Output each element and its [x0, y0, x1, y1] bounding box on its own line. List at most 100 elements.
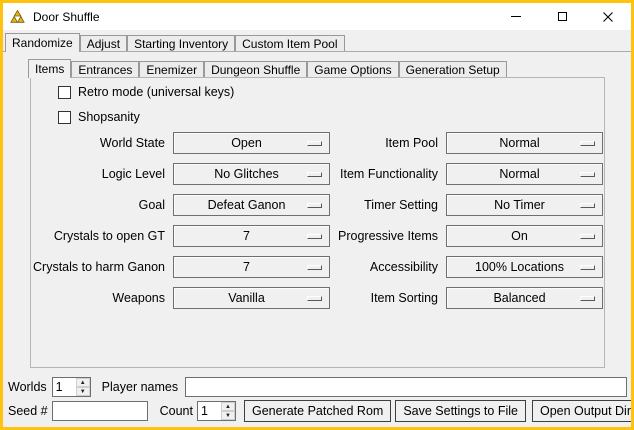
seed-input[interactable]	[52, 401, 148, 421]
open-output-directory-button[interactable]: Open Output Directory	[532, 400, 634, 422]
item-pool-label: Item Pool	[338, 136, 438, 150]
crystals-gt-dropdown[interactable]: 7	[173, 225, 330, 247]
retro-mode-label: Retro mode (universal keys)	[78, 85, 234, 99]
weapons-label: Weapons	[33, 291, 165, 305]
progressive-items-dropdown[interactable]: On	[446, 225, 603, 247]
dropdown-value: Vanilla	[228, 291, 265, 305]
dropdown-indicator-icon	[307, 141, 322, 146]
minimize-button[interactable]	[493, 3, 539, 30]
dropdown-indicator-icon	[307, 265, 322, 270]
dropdown-indicator-icon	[580, 234, 595, 239]
dropdown-value: On	[511, 229, 528, 243]
count-spinbox: ▲ ▼	[197, 401, 236, 421]
logic-level-label: Logic Level	[33, 167, 165, 181]
dropdown-indicator-icon	[580, 172, 595, 177]
dropdown-value: Defeat Ganon	[208, 198, 286, 212]
world-state-label: World State	[33, 136, 165, 150]
goal-label: Goal	[33, 198, 165, 212]
close-button[interactable]	[585, 3, 631, 30]
save-settings-button[interactable]: Save Settings to File	[395, 400, 526, 422]
generate-patched-rom-button[interactable]: Generate Patched Rom	[244, 400, 391, 422]
shopsanity-label: Shopsanity	[78, 110, 140, 124]
multiworld-row: Worlds ▲ ▼ Player names	[8, 376, 627, 398]
worlds-input[interactable]	[53, 378, 76, 396]
dropdown-value: 100% Locations	[475, 260, 564, 274]
subtab-dungeon-shuffle[interactable]: Dungeon Shuffle	[204, 61, 307, 77]
subtab-game-options[interactable]: Game Options	[307, 61, 398, 77]
timer-setting-dropdown[interactable]: No Timer	[446, 194, 603, 216]
main-tab-bar: Randomize Adjust Starting Inventory Cust…	[5, 33, 345, 51]
tab-randomize[interactable]: Randomize	[5, 33, 80, 52]
crystals-gt-label: Crystals to open GT	[33, 229, 165, 243]
dropdown-value: No Glitches	[214, 167, 279, 181]
settings-grid: World State Open Item Pool Normal Logic …	[33, 132, 603, 309]
timer-setting-label: Timer Setting	[338, 198, 438, 212]
maximize-icon	[558, 12, 567, 21]
dropdown-value: Normal	[499, 167, 539, 181]
logic-level-dropdown[interactable]: No Glitches	[173, 163, 330, 185]
dropdown-indicator-icon	[307, 172, 322, 177]
count-input[interactable]	[198, 402, 221, 420]
tab-starting-inventory[interactable]: Starting Inventory	[127, 35, 235, 51]
world-state-dropdown[interactable]: Open	[173, 132, 330, 154]
dropdown-indicator-icon	[307, 203, 322, 208]
window-content: Randomize Adjust Starting Inventory Cust…	[3, 30, 631, 427]
tab-custom-item-pool[interactable]: Custom Item Pool	[235, 35, 344, 51]
dropdown-indicator-icon	[580, 265, 595, 270]
subtab-generation-setup[interactable]: Generation Setup	[399, 61, 507, 77]
close-icon	[603, 12, 613, 22]
count-spin-buttons: ▲ ▼	[221, 402, 235, 420]
dropdown-indicator-icon	[307, 296, 322, 301]
subtab-items[interactable]: Items	[28, 59, 71, 78]
seed-label: Seed #	[8, 404, 48, 418]
dropdown-value: Balanced	[493, 291, 545, 305]
spin-up-icon[interactable]: ▲	[221, 402, 235, 411]
dropdown-value: Open	[231, 136, 262, 150]
minimize-icon	[511, 16, 521, 17]
dropdown-value: 7	[243, 229, 250, 243]
accessibility-label: Accessibility	[338, 260, 438, 274]
worlds-spinbox: ▲ ▼	[52, 377, 91, 397]
dropdown-indicator-icon	[580, 203, 595, 208]
player-names-label: Player names	[102, 380, 178, 394]
generate-row: Seed # Count ▲ ▼ Generate Patched Rom Sa…	[8, 400, 627, 422]
item-pool-dropdown[interactable]: Normal	[446, 132, 603, 154]
triforce-app-icon	[10, 10, 26, 24]
spin-down-icon[interactable]: ▼	[221, 411, 235, 420]
goal-dropdown[interactable]: Defeat Ganon	[173, 194, 330, 216]
progressive-items-label: Progressive Items	[338, 229, 438, 243]
retro-mode-checkbox[interactable]: Retro mode (universal keys)	[58, 85, 234, 99]
shopsanity-checkbox[interactable]: Shopsanity	[58, 110, 140, 124]
spin-down-icon[interactable]: ▼	[76, 387, 90, 396]
crystals-ganon-dropdown[interactable]: 7	[173, 256, 330, 278]
player-names-input[interactable]	[185, 377, 627, 397]
sub-tab-bar: Items Entrances Enemizer Dungeon Shuffle…	[28, 59, 507, 77]
item-functionality-label: Item Functionality	[338, 167, 438, 181]
dropdown-value: No Timer	[494, 198, 545, 212]
item-sorting-dropdown[interactable]: Balanced	[446, 287, 603, 309]
window-title: Door Shuffle	[33, 10, 100, 24]
dropdown-indicator-icon	[307, 234, 322, 239]
item-functionality-dropdown[interactable]: Normal	[446, 163, 603, 185]
app-window: Door Shuffle Randomize Adjust Starting I…	[0, 0, 634, 430]
crystals-ganon-label: Crystals to harm Ganon	[33, 260, 165, 274]
dropdown-value: Normal	[499, 136, 539, 150]
dropdown-value: 7	[243, 260, 250, 274]
count-label: Count	[160, 404, 193, 418]
weapons-dropdown[interactable]: Vanilla	[173, 287, 330, 309]
subtab-entrances[interactable]: Entrances	[71, 61, 139, 77]
tab-adjust[interactable]: Adjust	[80, 35, 127, 51]
caption-buttons	[493, 3, 631, 30]
checkbox-box-icon	[58, 111, 71, 124]
dropdown-indicator-icon	[580, 141, 595, 146]
checkbox-box-icon	[58, 86, 71, 99]
items-pane: Retro mode (universal keys) Shopsanity W…	[30, 77, 605, 368]
worlds-label: Worlds	[8, 380, 47, 394]
item-sorting-label: Item Sorting	[338, 291, 438, 305]
titlebar[interactable]: Door Shuffle	[3, 3, 631, 30]
subtab-enemizer[interactable]: Enemizer	[139, 61, 204, 77]
dropdown-indicator-icon	[580, 296, 595, 301]
accessibility-dropdown[interactable]: 100% Locations	[446, 256, 603, 278]
maximize-button[interactable]	[539, 3, 585, 30]
spin-up-icon[interactable]: ▲	[76, 378, 90, 387]
